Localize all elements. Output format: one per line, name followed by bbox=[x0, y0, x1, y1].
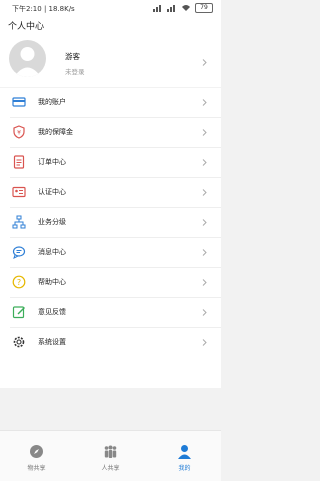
chevron-right-icon bbox=[202, 189, 207, 196]
menu-item-label: 认证中心 bbox=[38, 188, 66, 196]
menu-item-label: 我的账户 bbox=[38, 98, 66, 106]
menu-item-label: 订单中心 bbox=[38, 158, 66, 166]
help-question-icon: ? bbox=[12, 275, 26, 289]
tab-mine[interactable]: 我的 bbox=[148, 431, 221, 481]
chevron-right-icon bbox=[202, 219, 207, 226]
feedback-edit-icon bbox=[12, 306, 25, 319]
menu-item-account[interactable]: 我的账户 bbox=[0, 88, 221, 117]
compass-icon bbox=[30, 445, 43, 458]
chevron-right-icon bbox=[202, 129, 207, 136]
status-bar: 下午2:10 | 18.8K/s 79 bbox=[0, 0, 221, 17]
certification-id-icon bbox=[12, 186, 26, 198]
svg-text:¥: ¥ bbox=[17, 130, 21, 137]
menu-item-settings[interactable]: 系统设置 bbox=[0, 328, 221, 357]
signal-icon bbox=[167, 5, 175, 12]
people-icon bbox=[104, 445, 117, 458]
login-status[interactable]: 未登录 bbox=[65, 66, 85, 76]
username[interactable]: 游客 bbox=[65, 51, 80, 62]
menu-item-label: 我的保障金 bbox=[38, 128, 73, 136]
deposit-shield-icon: ¥ bbox=[13, 125, 25, 139]
tab-item-sharing[interactable]: 物共享 bbox=[0, 431, 73, 481]
menu-item-messages[interactable]: 消息中心 bbox=[0, 238, 221, 267]
signal-icon bbox=[153, 5, 161, 12]
menu-item-label: 系统设置 bbox=[38, 338, 66, 346]
tab-label: 人共享 bbox=[101, 465, 120, 472]
chevron-right-icon bbox=[202, 279, 207, 286]
gear-icon bbox=[13, 336, 25, 348]
chevron-right-icon bbox=[202, 249, 207, 256]
battery-indicator: 79 bbox=[195, 3, 213, 13]
page-title: 个人中心 bbox=[8, 22, 45, 32]
account-card-icon bbox=[12, 97, 26, 107]
menu-item-business-level[interactable]: 业务分级 bbox=[0, 208, 221, 237]
chevron-right-icon bbox=[202, 339, 207, 346]
bottom-tab-bar: 物共享 人共享 我的 bbox=[0, 430, 221, 481]
menu-item-feedback[interactable]: 意见反馈 bbox=[0, 298, 221, 327]
default-avatar-icon bbox=[14, 47, 41, 77]
menu-item-label: 消息中心 bbox=[38, 248, 66, 256]
profile-header: 个人中心 游客 未登录 bbox=[0, 17, 221, 87]
chevron-right-icon bbox=[202, 99, 207, 106]
status-icons: 79 bbox=[153, 3, 213, 13]
tab-people-sharing[interactable]: 人共享 bbox=[74, 431, 147, 481]
menu-item-certification[interactable]: 认证中心 bbox=[0, 178, 221, 207]
svg-text:?: ? bbox=[17, 278, 21, 287]
chevron-right-icon[interactable] bbox=[201, 59, 208, 66]
menu-item-orders[interactable]: 订单中心 bbox=[0, 148, 221, 177]
menu-list: 我的账户 ¥ 我的保障金 订单中心 认证中心 业务分级 消息中心 ? 帮助中心 bbox=[0, 88, 221, 388]
menu-item-label: 业务分级 bbox=[38, 218, 66, 226]
menu-item-label: 帮助中心 bbox=[38, 278, 66, 286]
chevron-right-icon bbox=[202, 309, 207, 316]
status-time-speed: 下午2:10 | 18.8K/s bbox=[12, 5, 75, 13]
tab-label: 我的 bbox=[178, 465, 191, 472]
menu-item-label: 意见反馈 bbox=[38, 308, 66, 316]
tab-label: 物共享 bbox=[27, 465, 46, 472]
hierarchy-icon bbox=[12, 215, 26, 229]
person-icon bbox=[178, 445, 191, 459]
chevron-right-icon bbox=[202, 159, 207, 166]
avatar[interactable] bbox=[9, 40, 46, 77]
message-bubble-icon bbox=[12, 246, 26, 259]
wifi-icon bbox=[182, 5, 190, 11]
order-document-icon bbox=[13, 155, 25, 169]
menu-item-deposit[interactable]: ¥ 我的保障金 bbox=[0, 118, 221, 147]
menu-item-help[interactable]: ? 帮助中心 bbox=[0, 268, 221, 297]
